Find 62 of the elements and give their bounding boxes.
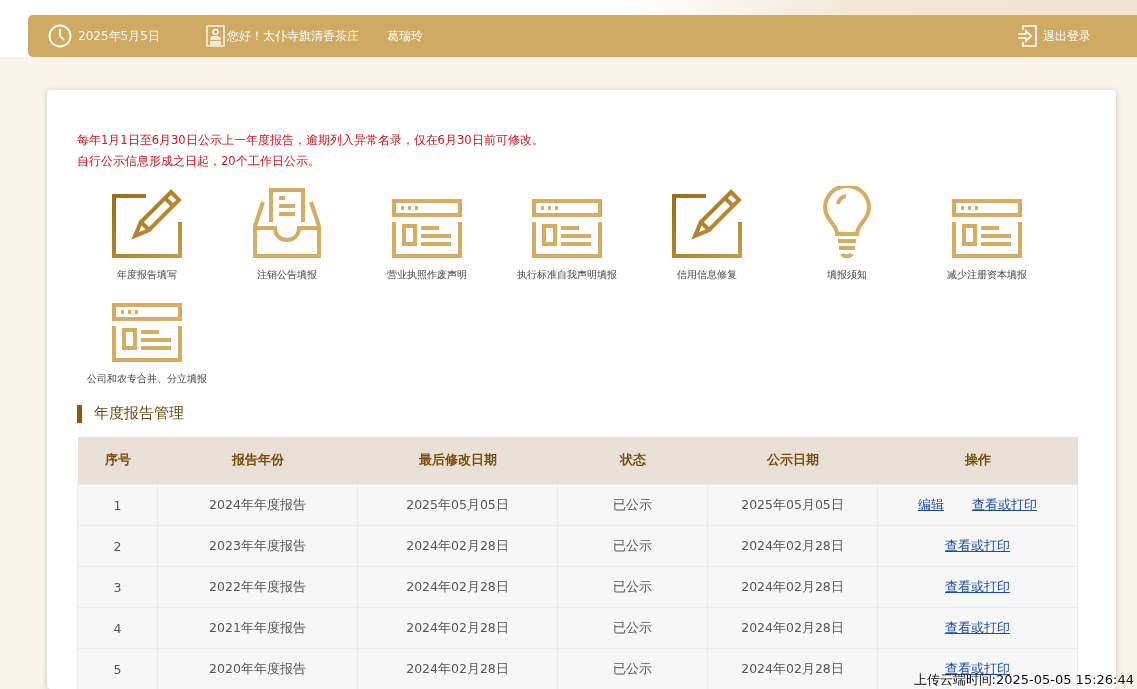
table-cell: 2021年年度报告 [157, 607, 358, 649]
lightbulb-icon [822, 186, 872, 258]
table-cell: 已公示 [557, 484, 708, 526]
action-link[interactable]: 查看或打印 [972, 496, 1037, 512]
greeting-text: 您好！太仆寺旗清香茶庄 [226, 27, 359, 45]
browser-window-icon [951, 198, 1023, 258]
table-cell: 2024年02月28日 [707, 525, 878, 567]
table-cell: 2025年05月05日 [707, 484, 878, 526]
table-cell: 1 [77, 484, 158, 526]
column-header: 报告年份 [157, 437, 358, 485]
action-link[interactable]: 编辑 [918, 496, 944, 512]
table-cell: 2024年02月28日 [707, 607, 878, 649]
service-tile[interactable]: 减少注册资本填报 [917, 186, 1057, 282]
table-cell: 2 [77, 525, 158, 567]
date-text: 2025年5月5日 [78, 27, 160, 45]
action-link[interactable]: 查看或打印 [945, 578, 1010, 594]
service-tile[interactable]: 年度报告填写 [77, 186, 217, 282]
notice-text: 自行公示信息形成之日起，20个工作日公示。 [77, 153, 321, 170]
browser-window-icon [391, 198, 463, 258]
action-link[interactable]: 查看或打印 [945, 619, 1010, 635]
table-cell: 2024年02月28日 [357, 648, 558, 689]
service-tile[interactable]: 注销公告填报 [217, 186, 357, 282]
table-cell: 4 [77, 607, 158, 649]
table-cell: 3 [77, 566, 158, 608]
column-header: 操作 [877, 437, 1078, 485]
table-cell: 2024年02月28日 [707, 566, 878, 608]
service-tile[interactable]: 执行标准自我声明填报 [497, 186, 637, 282]
inbox-tray-icon [251, 188, 323, 258]
clock-icon [48, 24, 72, 48]
service-tile[interactable]: 填报须知 [777, 186, 917, 282]
user-name: 葛瑞玲 [386, 27, 423, 45]
id-card-icon [205, 25, 225, 47]
table-cell: 2023年年度报告 [157, 525, 358, 567]
table-cell: 2024年02月28日 [707, 648, 878, 689]
column-header: 最后修改日期 [357, 437, 558, 485]
pencil-square-icon [111, 188, 183, 258]
table-cell: 2024年02月28日 [357, 566, 558, 608]
table-cell: 2024年02月28日 [357, 525, 558, 567]
browser-window-icon [531, 198, 603, 258]
service-tile[interactable]: 信用信息修复 [637, 186, 777, 282]
table-cell: 2022年年度报告 [157, 566, 358, 608]
table-cell: 2024年年度报告 [157, 484, 358, 526]
table-cell: 已公示 [557, 566, 708, 608]
column-header: 状态 [557, 437, 708, 485]
action-link[interactable]: 查看或打印 [945, 537, 1010, 553]
table-cell: 5 [77, 648, 158, 689]
table-cell: 已公示 [557, 648, 708, 689]
section-title: 年度报告管理 [94, 404, 184, 423]
column-header: 公示日期 [707, 437, 878, 485]
browser-window-icon [111, 302, 183, 362]
service-tile[interactable]: 营业执照作废声明 [357, 186, 497, 282]
notice-text: 每年1月1日至6月30日公示上一年度报告，逾期列入异常名录，仅在6月30日前可修改。 [77, 132, 545, 149]
table-cell: 2020年年度报告 [157, 648, 358, 689]
table-cell: 2024年02月28日 [357, 607, 558, 649]
section-marker [77, 404, 82, 423]
column-header: 序号 [77, 437, 158, 485]
table-cell: 已公示 [557, 607, 708, 649]
pencil-square-icon [671, 188, 743, 258]
table-cell: 2025年05月05日 [357, 484, 558, 526]
table-cell: 已公示 [557, 525, 708, 567]
service-tile[interactable]: 公司和农专合并、分立填报 [77, 290, 217, 386]
sign-in-icon [1017, 25, 1037, 47]
